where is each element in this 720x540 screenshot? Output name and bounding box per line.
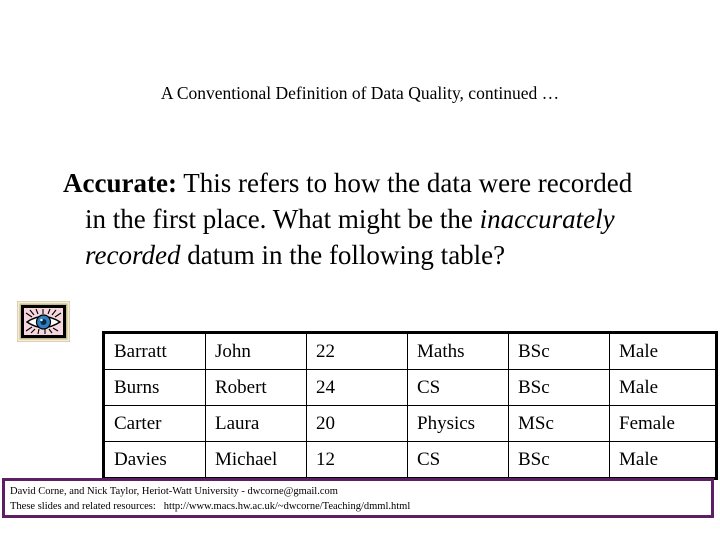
cell-subject: Maths: [407, 332, 509, 370]
footer-resources: These slides and related resources: http:…: [10, 500, 410, 513]
cell-gender: Male: [609, 441, 717, 479]
cell-degree: BSc: [508, 332, 610, 370]
slide-canvas: A Conventional Definition of Data Qualit…: [0, 0, 720, 540]
table-row: Davies Michael 12 CS BSc Male: [103, 441, 717, 479]
footer: David Corne, and Nick Taylor, Heriot-Wat…: [2, 478, 714, 518]
cell-subject: CS: [407, 441, 509, 479]
table-row: Carter Laura 20 Physics MSc Female: [103, 405, 717, 442]
cell-age: 24: [306, 369, 408, 406]
footer-resources-url[interactable]: http://www.macs.hw.ac.uk/~dwcorne/Teachi…: [156, 501, 411, 512]
cell-gender: Male: [609, 369, 717, 406]
table-row: Barratt John 22 Maths BSc Male: [103, 332, 717, 370]
cell-gender: Female: [609, 405, 717, 442]
footer-resources-label: These slides and related resources:: [10, 501, 156, 512]
footer-attribution: David Corne, and Nick Taylor, Heriot-Wat…: [10, 486, 338, 497]
cell-forename: Robert: [205, 369, 307, 406]
body-content: Accurate: This refers to how the data we…: [63, 165, 643, 273]
cell-forename: John: [205, 332, 307, 370]
cell-degree: BSc: [508, 369, 610, 406]
table-row: Burns Robert 24 CS BSc Male: [103, 369, 717, 406]
cell-surname: Burns: [103, 369, 206, 406]
cell-age: 12: [306, 441, 408, 479]
cell-forename: Laura: [205, 405, 307, 442]
cell-surname: Davies: [103, 441, 206, 479]
cell-age: 22: [306, 332, 408, 370]
cell-subject: Physics: [407, 405, 509, 442]
cell-surname: Barratt: [103, 332, 206, 370]
student-data-table: Barratt John 22 Maths BSc Male Burns Rob…: [102, 331, 718, 480]
cell-forename: Michael: [205, 441, 307, 479]
body-paragraph: Accurate: This refers to how the data we…: [63, 165, 643, 273]
cell-age: 20: [306, 405, 408, 442]
page-title: A Conventional Definition of Data Qualit…: [160, 83, 560, 103]
cell-subject: CS: [407, 369, 509, 406]
body-lead-label: Accurate:: [63, 168, 177, 198]
table-body: Barratt John 22 Maths BSc Male Burns Rob…: [103, 332, 717, 479]
body-text-part-2: datum in the following table?: [180, 240, 506, 270]
cell-degree: MSc: [508, 405, 610, 442]
cell-gender: Male: [609, 332, 717, 370]
eye-picture-icon: [17, 301, 70, 342]
cell-degree: BSc: [508, 441, 610, 479]
cell-surname: Carter: [103, 405, 206, 442]
